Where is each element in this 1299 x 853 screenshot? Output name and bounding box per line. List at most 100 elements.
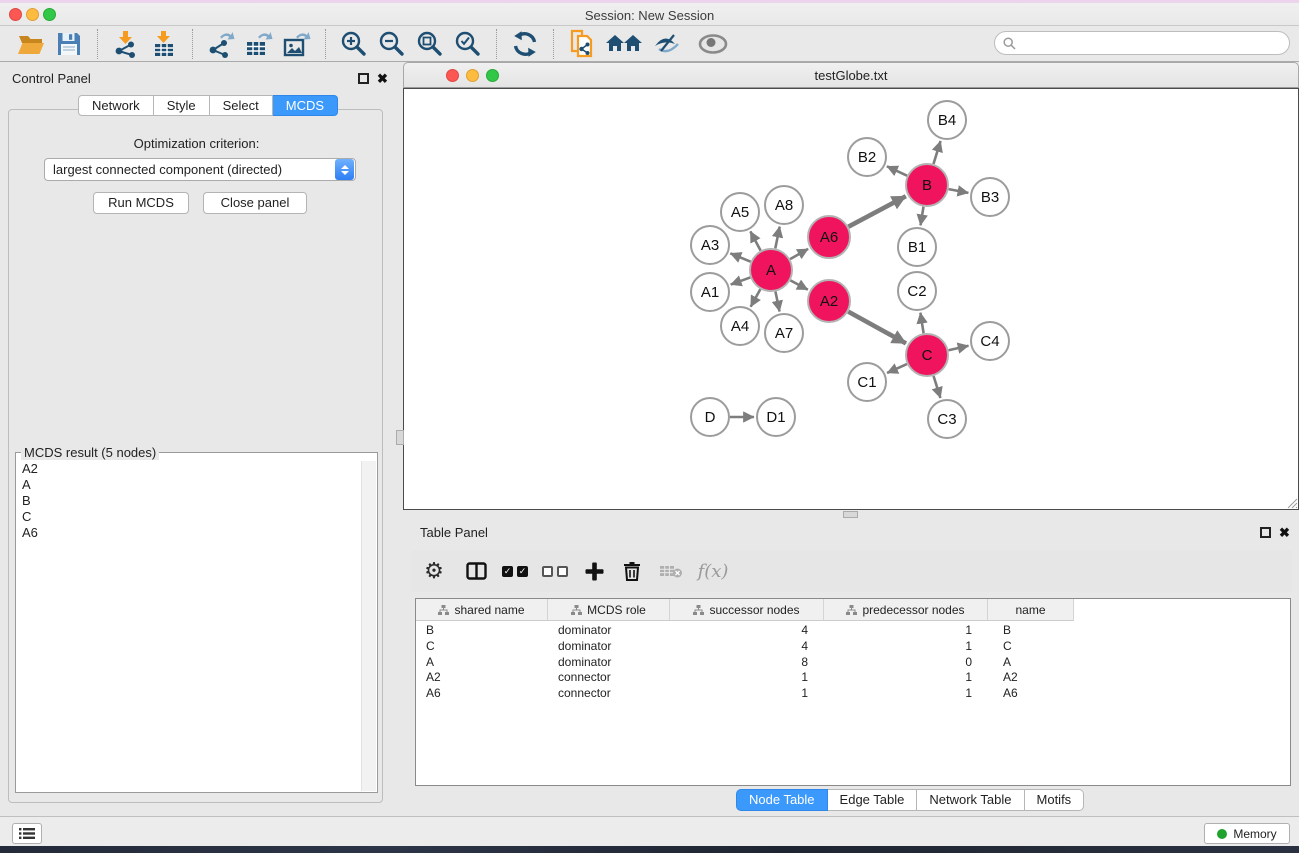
refresh-button[interactable] (508, 28, 542, 60)
tab-style[interactable]: Style (154, 95, 210, 116)
graph-edge-B-B3[interactable] (949, 189, 969, 193)
search-input[interactable] (1020, 34, 1289, 52)
control-panel-float-button[interactable] (358, 73, 369, 84)
column-header-successor-nodes[interactable]: successor nodes (670, 599, 824, 621)
tab-edge-table[interactable]: Edge Table (828, 789, 918, 811)
select-all-columns-button[interactable]: ✓✓ (495, 554, 535, 588)
vertical-splitter-handle[interactable] (843, 511, 858, 518)
export-image-button[interactable] (280, 28, 314, 60)
export-table-button[interactable] (242, 28, 276, 60)
table-cell[interactable]: B (988, 622, 1074, 638)
table-cell[interactable]: A2 (416, 669, 548, 685)
graph-edge-B-B2[interactable] (887, 166, 907, 175)
graph-edge-A-A1[interactable] (731, 277, 751, 284)
graph-edge-A-A7[interactable] (775, 292, 779, 312)
control-panel-close-button[interactable]: ✖ (377, 73, 388, 84)
table-panel-float-button[interactable] (1260, 527, 1271, 538)
table-cell[interactable]: A2 (988, 669, 1074, 685)
zoom-selected-button[interactable] (451, 28, 485, 60)
column-header-MCDS-role[interactable]: MCDS role (548, 599, 670, 621)
mcds-result-item[interactable]: A (17, 477, 361, 493)
graph-edge-C-C2[interactable] (920, 313, 923, 334)
network-window-titlebar[interactable]: testGlobe.txt (403, 62, 1299, 88)
resize-grip-icon[interactable] (1286, 497, 1298, 509)
export-network-button[interactable] (204, 28, 238, 60)
network-canvas[interactable]: B4B2BB3A5A8A6B1A3AA1C2A2A4A7C4CC1C3DD1 (403, 88, 1299, 510)
table-cell[interactable]: A6 (988, 685, 1074, 701)
run-mcds-button[interactable]: Run MCDS (93, 192, 189, 214)
graph-edge-A-A3[interactable] (730, 253, 750, 261)
table-cell[interactable]: A (416, 654, 548, 670)
zoom-out-button[interactable] (375, 28, 409, 60)
table-row[interactable]: Cdominator41C (416, 638, 1074, 654)
import-network-button[interactable] (109, 28, 143, 60)
table-cell[interactable]: 1 (824, 638, 988, 654)
table-cell[interactable]: dominator (548, 638, 670, 654)
graph-edge-A-A6[interactable] (790, 249, 808, 259)
table-row[interactable]: A2connector11A2 (416, 669, 1074, 685)
zoom-in-button[interactable] (337, 28, 371, 60)
graph-edge-C-C3[interactable] (934, 376, 941, 398)
table-cell[interactable]: 1 (824, 685, 988, 701)
zoom-fit-button[interactable] (413, 28, 447, 60)
graph-edge-A-A4[interactable] (751, 289, 761, 307)
table-settings-button[interactable]: ⚙ (411, 554, 457, 588)
tab-motifs[interactable]: Motifs (1025, 789, 1085, 811)
table-cell[interactable]: B (416, 622, 548, 638)
mcds-result-item[interactable]: A6 (17, 525, 361, 541)
table-cell[interactable]: 4 (670, 622, 824, 638)
table-cell[interactable]: A6 (416, 685, 548, 701)
mcds-result-item[interactable]: B (17, 493, 361, 509)
show-panels-list-button[interactable] (12, 823, 42, 844)
mcds-result-item[interactable]: A2 (17, 461, 361, 477)
graph-edge-C-C4[interactable] (948, 346, 968, 350)
create-column-button[interactable] (575, 554, 613, 588)
column-header-predecessor-nodes[interactable]: predecessor nodes (824, 599, 988, 621)
table-cell[interactable]: C (416, 638, 548, 654)
tab-select[interactable]: Select (210, 95, 273, 116)
mcds-result-item[interactable]: C (17, 509, 361, 525)
close-panel-button[interactable]: Close panel (203, 192, 307, 214)
criterion-select[interactable]: largest connected component (directed) (44, 158, 356, 181)
first-neighbors-button[interactable] (603, 28, 645, 60)
table-cell[interactable]: 1 (824, 669, 988, 685)
network-from-clipboard-button[interactable] (565, 28, 599, 60)
open-file-button[interactable] (14, 28, 48, 60)
delete-table-button[interactable] (651, 554, 691, 588)
table-cell[interactable]: 1 (670, 669, 824, 685)
table-cell[interactable]: dominator (548, 622, 670, 638)
table-row[interactable]: Adominator80A (416, 654, 1074, 670)
tab-network-table[interactable]: Network Table (917, 789, 1024, 811)
graph-edge-A2-C[interactable] (848, 312, 906, 344)
table-cell[interactable]: dominator (548, 654, 670, 670)
column-header-name[interactable]: name (988, 599, 1074, 621)
show-columns-button[interactable] (457, 554, 495, 588)
table-cell[interactable]: C (988, 638, 1074, 654)
save-session-button[interactable] (52, 28, 86, 60)
show-all-button[interactable] (693, 28, 733, 60)
table-row[interactable]: Bdominator41B (416, 622, 1074, 638)
memory-button[interactable]: Memory (1204, 823, 1290, 844)
select-stepper-icon[interactable] (335, 159, 354, 180)
table-cell[interactable]: 4 (670, 638, 824, 654)
table-cell[interactable]: 0 (824, 654, 988, 670)
table-cell[interactable]: A (988, 654, 1074, 670)
tab-mcds[interactable]: MCDS (273, 95, 338, 116)
graph-edge-B-B1[interactable] (921, 207, 924, 226)
graph-edge-A-A5[interactable] (750, 231, 760, 250)
tab-node-table[interactable]: Node Table (736, 789, 828, 811)
table-panel-close-button[interactable]: ✖ (1279, 527, 1290, 538)
graph-edge-C-C1[interactable] (887, 364, 907, 373)
import-table-button[interactable] (147, 28, 181, 60)
graph-edge-A-A8[interactable] (775, 227, 779, 249)
table-cell[interactable]: 1 (670, 685, 824, 701)
unselect-all-columns-button[interactable] (535, 554, 575, 588)
table-cell[interactable]: connector (548, 685, 670, 701)
hide-selected-button[interactable] (649, 28, 689, 60)
graph-edge-A6-B[interactable] (848, 196, 905, 226)
function-builder-button[interactable]: f(x) (691, 554, 735, 588)
delete-column-button[interactable] (613, 554, 651, 588)
result-scrollbar[interactable] (361, 461, 376, 791)
table-cell[interactable]: 1 (824, 622, 988, 638)
column-header-shared-name[interactable]: shared name (416, 599, 548, 621)
